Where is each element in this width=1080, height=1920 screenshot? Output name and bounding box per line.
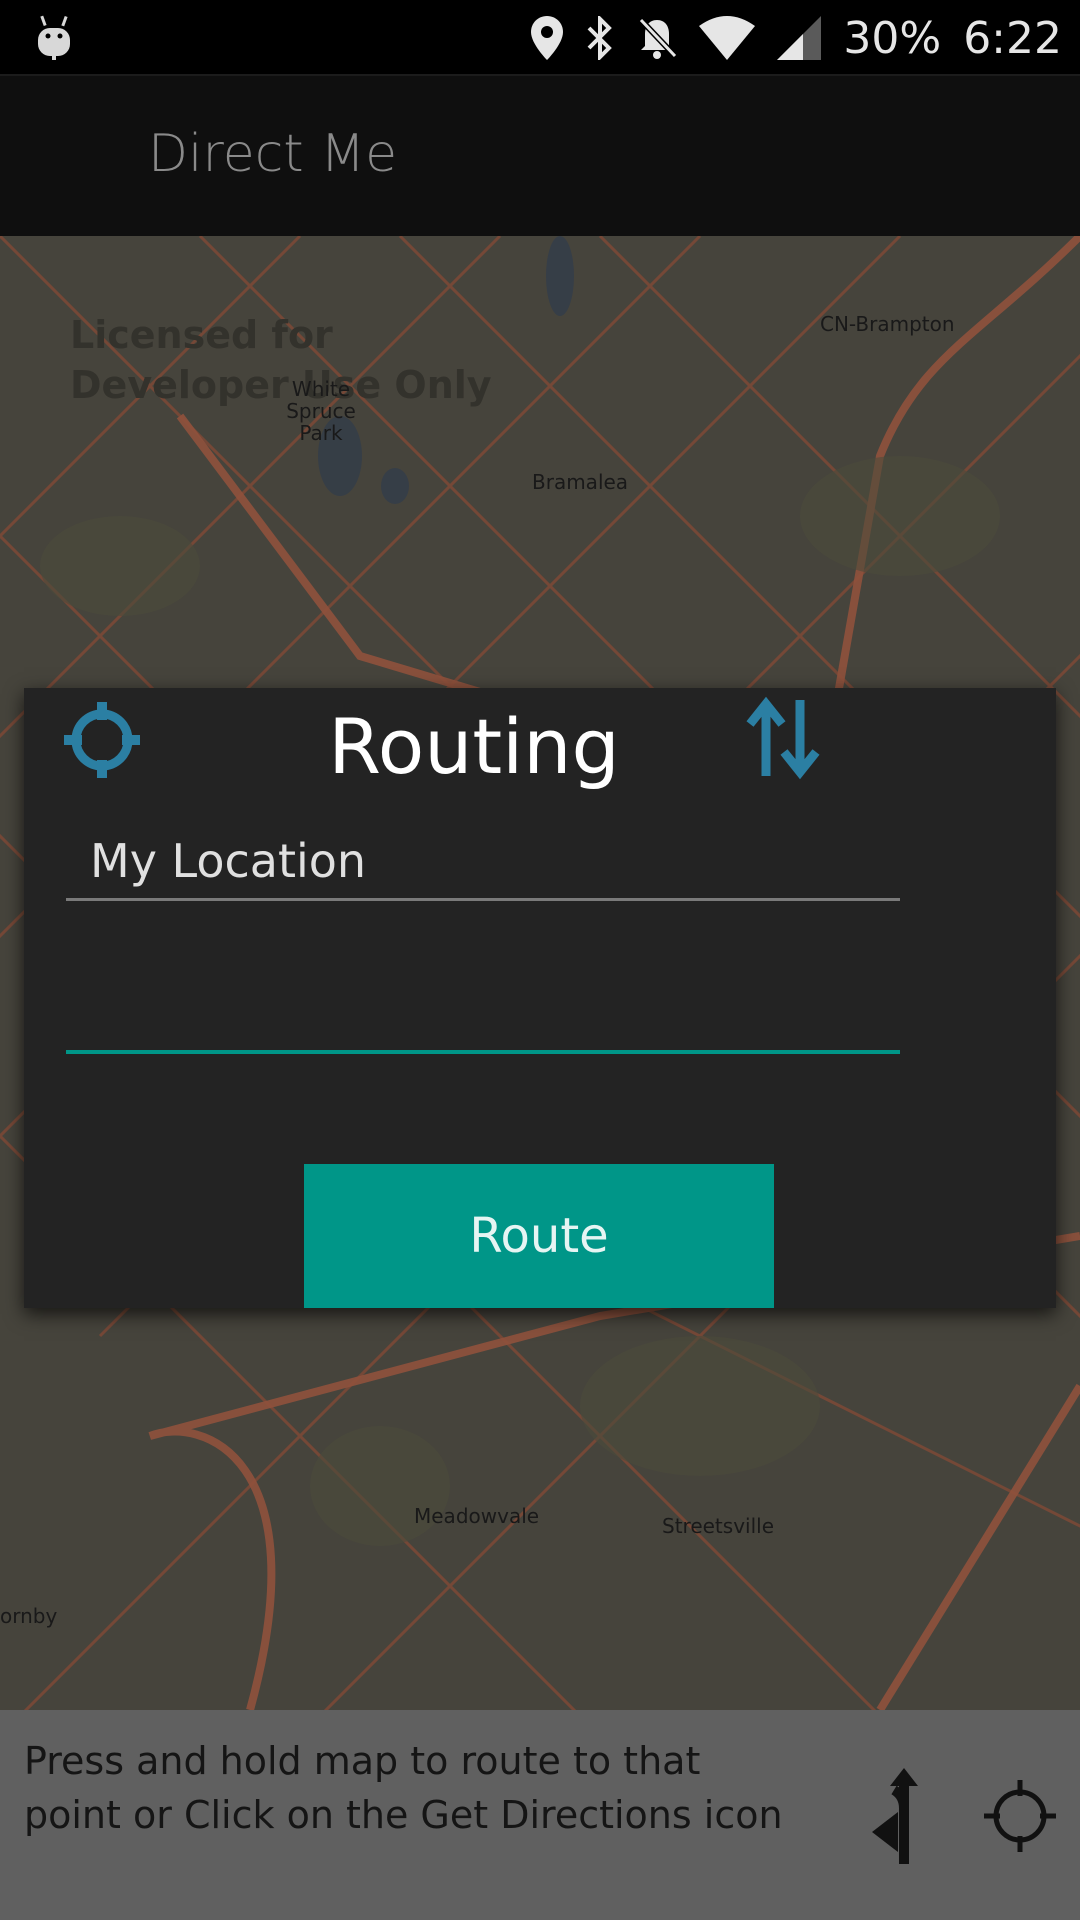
signal-icon (777, 16, 822, 60)
get-directions-icon[interactable] (868, 1768, 940, 1864)
from-location-field[interactable]: My Location (66, 828, 900, 901)
swap-arrows-icon[interactable] (744, 696, 824, 780)
clock: 6:22 (963, 12, 1062, 64)
app-bar: Direct Me (0, 74, 1080, 238)
routing-dialog: Routing My Location Route (24, 688, 1056, 1308)
gps-crosshair-icon[interactable] (984, 1780, 1056, 1852)
from-location-value: My Location (90, 834, 367, 888)
battery-percentage: 30% (843, 12, 942, 64)
hint-text: Press and hold map to route to that poin… (24, 1739, 783, 1837)
location-pin-icon (531, 16, 564, 60)
status-bar: 30% 6:22 (0, 0, 1080, 74)
route-button[interactable]: Route (304, 1164, 774, 1308)
bluetooth-icon (587, 16, 613, 60)
app-title: Direct Me (148, 124, 398, 184)
notifications-off-icon (639, 17, 678, 59)
destination-field[interactable] (66, 988, 900, 1054)
wifi-icon (699, 16, 756, 60)
android-icon (38, 15, 70, 60)
bottom-info-bar: Press and hold map to route to that poin… (0, 1710, 1080, 1920)
